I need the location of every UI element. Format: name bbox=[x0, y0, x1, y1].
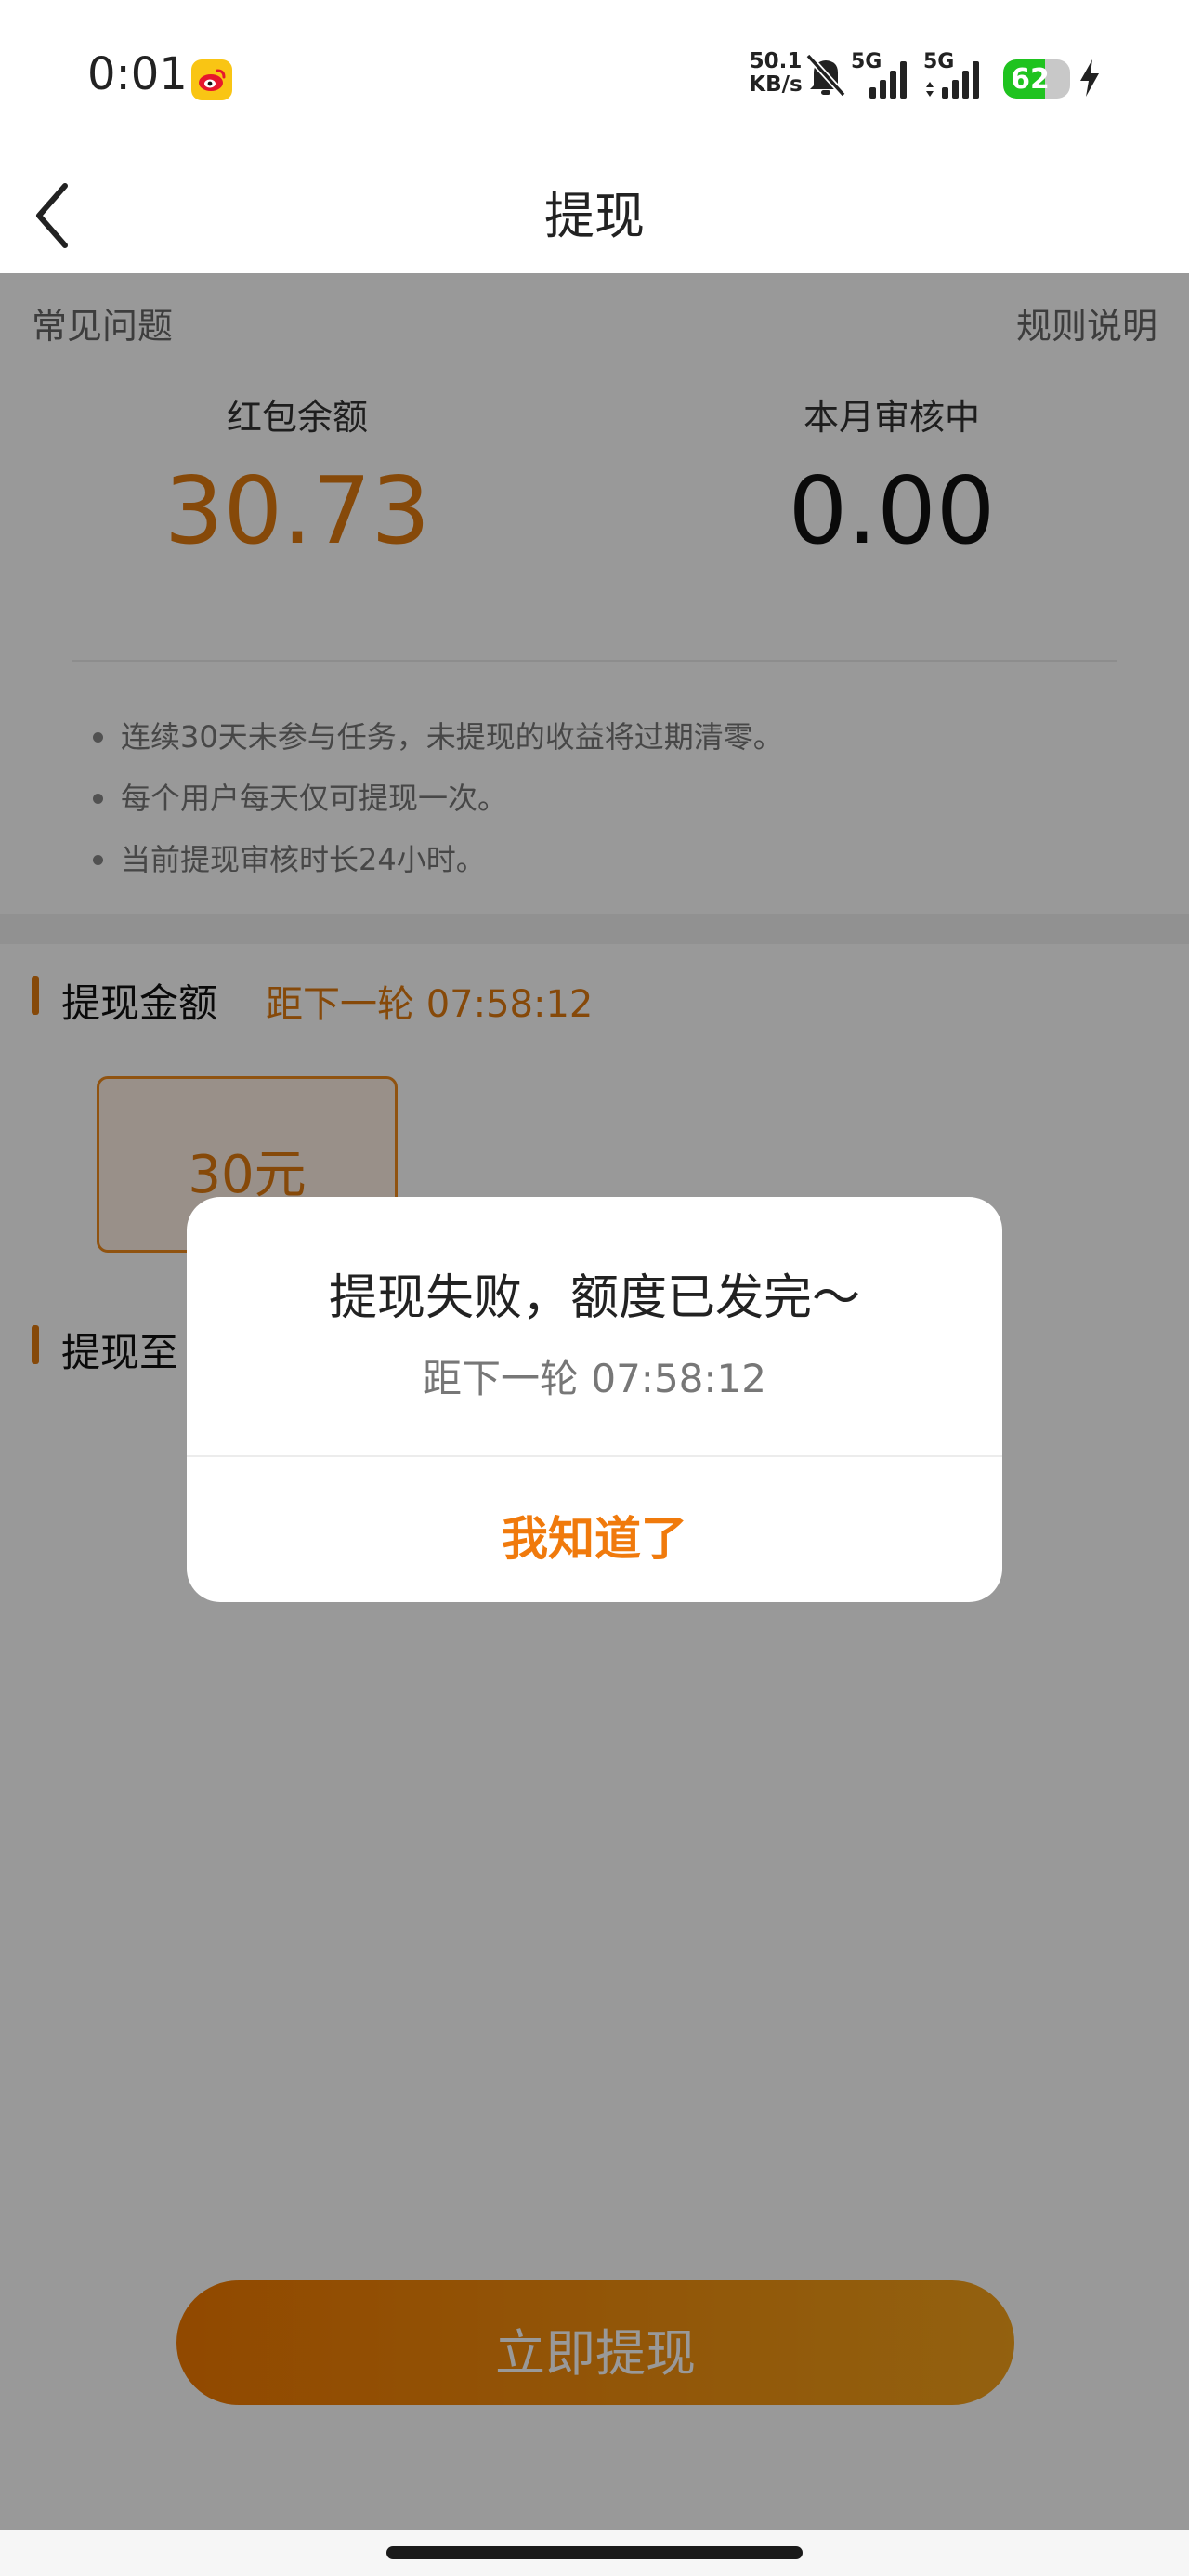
bell-off-icon bbox=[804, 52, 847, 102]
withdraw-screen: 0:01 50.1 KB/s 5G 5G 62 提现 常见问题 规则说明 红包余… bbox=[0, 0, 1189, 2576]
charging-bolt-icon bbox=[1078, 58, 1102, 102]
got-it-label: 我知道了 bbox=[502, 1512, 687, 1566]
dialog-countdown: 距下一轮 07:58:12 bbox=[423, 1356, 766, 1401]
battery-level: 62 bbox=[1011, 63, 1050, 96]
weibo-icon bbox=[191, 59, 232, 100]
status-time: 0:01 bbox=[87, 48, 188, 100]
home-area bbox=[0, 2530, 1189, 2576]
network-speed-unit: KB/s bbox=[749, 72, 803, 97]
nav-bar: 提现 bbox=[0, 158, 1189, 273]
home-indicator[interactable] bbox=[386, 2546, 803, 2559]
network-speed-value: 50.1 bbox=[749, 49, 803, 73]
signal-icon: 5G bbox=[851, 50, 916, 100]
dialog-title: 提现失败，额度已发完～ bbox=[328, 1270, 860, 1326]
network-speed: 50.1 KB/s bbox=[746, 50, 805, 97]
withdraw-failed-dialog: 提现失败，额度已发完～ 距下一轮 07:58:12 我知道了 bbox=[187, 1197, 1002, 1602]
page-title: 提现 bbox=[544, 187, 645, 245]
signal-icon: 5G bbox=[923, 50, 992, 100]
got-it-button[interactable]: 我知道了 bbox=[187, 1457, 1002, 1602]
status-bar: 0:01 50.1 KB/s 5G 5G 62 bbox=[0, 0, 1189, 158]
battery-indicator: 62 bbox=[1003, 59, 1070, 99]
